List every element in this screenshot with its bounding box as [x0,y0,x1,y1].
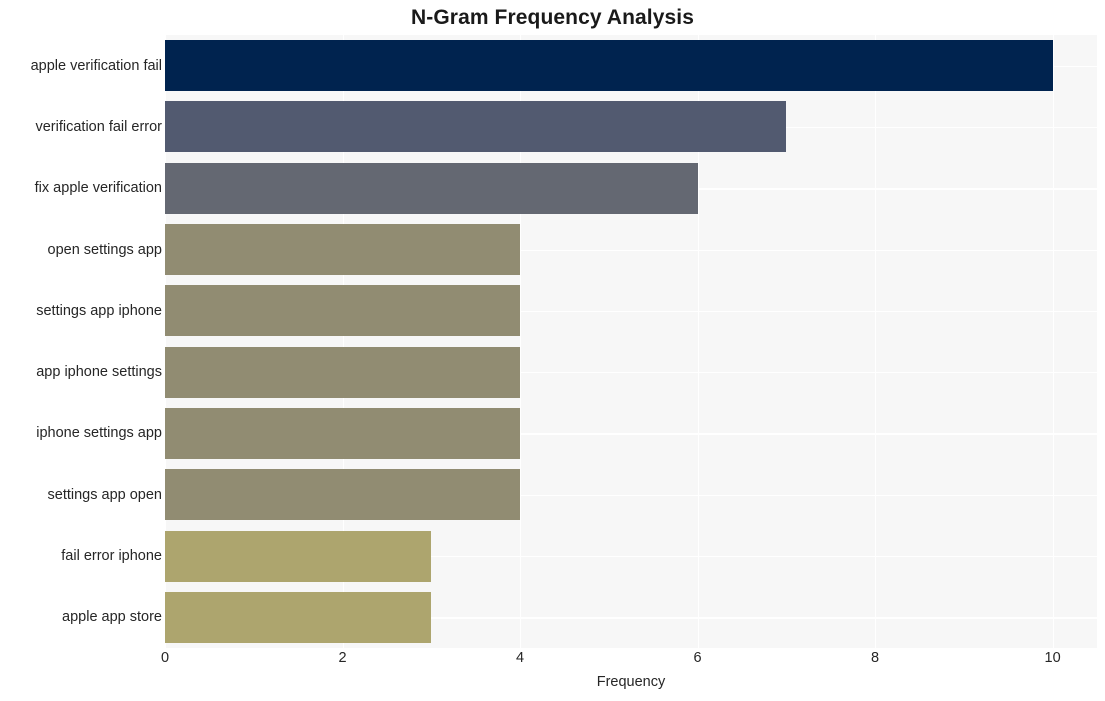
bar[interactable] [165,224,521,276]
x-axis-label: Frequency [596,674,666,690]
y-tick-label: apple app store [62,609,162,626]
y-tick-label: fix apple verification [34,180,162,197]
x-tick-label: 0 [160,650,170,666]
y-tick-label: apple verification fail [30,57,162,74]
y-tick-label: iphone settings app [36,425,162,442]
bar[interactable] [165,530,432,582]
x-tick-label: 4 [516,650,525,666]
bar[interactable] [165,40,1053,92]
chart-figure: N-Gram Frequency Analysis apple verifica… [0,0,1105,701]
x-tick-label: 2 [338,650,347,666]
gridline-x-10 [1052,35,1054,648]
x-axis-tick-labels: 0 2 4 6 8 10 [0,650,1105,674]
x-tick-label: 6 [693,650,702,666]
y-tick-label: verification fail error [35,118,162,135]
bar[interactable] [165,101,787,153]
page-title: N-Gram Frequency Analysis [411,6,694,29]
bar[interactable] [165,591,432,643]
y-tick-label: fail error iphone [61,548,162,565]
bar[interactable] [165,285,521,337]
x-tick-label: 10 [1044,650,1061,666]
bar[interactable] [165,407,521,459]
y-tick-label: settings app open [47,486,162,503]
plot-area [165,35,1097,648]
y-tick-label: settings app iphone [36,302,162,319]
bar[interactable] [165,346,521,398]
bar[interactable] [165,162,698,214]
y-tick-label: open settings app [47,241,162,258]
y-axis-tick-labels: apple verification fail verification fail… [0,35,162,648]
x-tick-label: 8 [871,650,880,666]
gridline-x-8 [875,35,877,648]
y-tick-label: app iphone settings [36,364,162,381]
bar[interactable] [165,469,521,521]
